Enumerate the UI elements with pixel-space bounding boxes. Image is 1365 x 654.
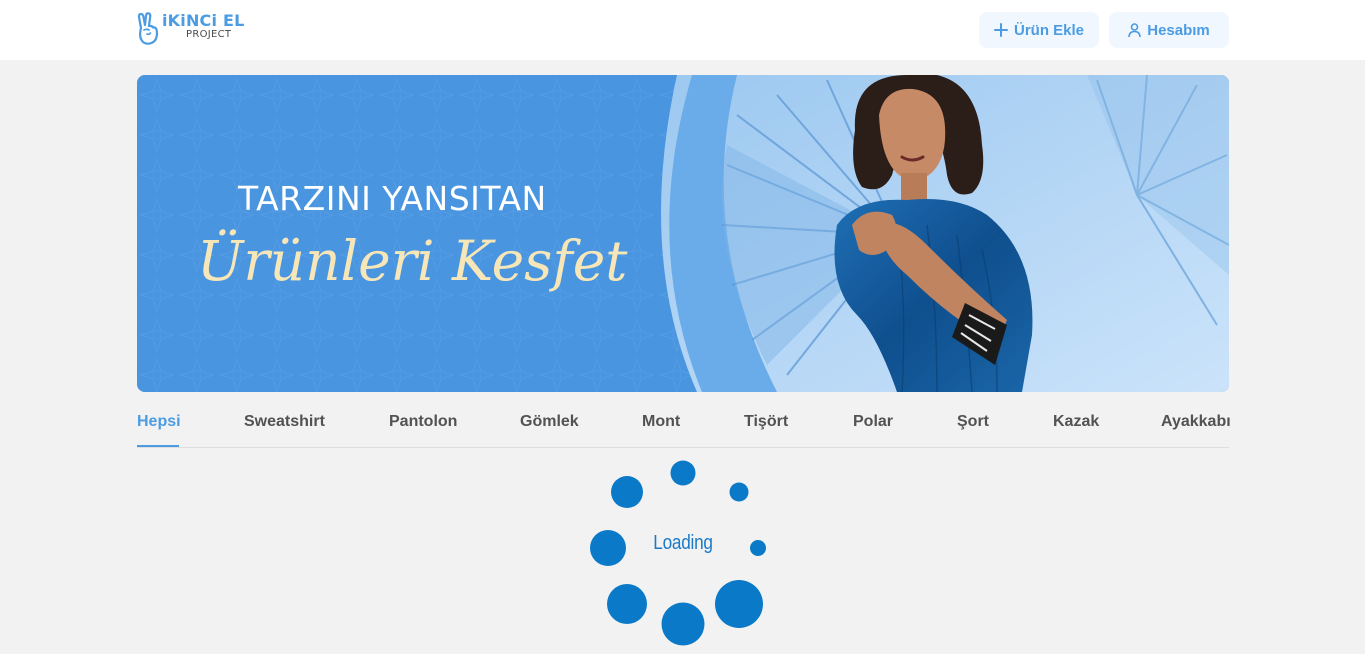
tab-polar[interactable]: Polar <box>853 413 893 431</box>
tab-sort[interactable]: Şort <box>957 413 989 431</box>
user-icon <box>1128 23 1142 37</box>
tab-gomlek[interactable]: Gömlek <box>520 413 579 431</box>
tab-sweatshirt[interactable]: Sweatshirt <box>244 413 325 431</box>
spinner-dot <box>670 460 696 486</box>
add-product-button[interactable]: Ürün Ekle <box>979 12 1099 48</box>
site-logo[interactable]: iKiNCi EL PROJECT <box>136 12 244 46</box>
active-tab-indicator <box>137 445 179 447</box>
top-navbar: iKiNCi EL PROJECT Ürün Ekle Hesabım <box>0 0 1365 60</box>
banner-tagline: Ürünleri Kesfet <box>197 229 628 293</box>
spinner-dot <box>611 476 643 508</box>
spinner-dot <box>661 602 705 646</box>
spinner-dots <box>590 460 766 646</box>
tab-mont[interactable]: Mont <box>642 413 680 431</box>
spinner-dot <box>729 482 749 502</box>
category-tabs: Hepsi Sweatshirt Pantolon Gömlek Mont Ti… <box>137 400 1231 448</box>
spinner-dot <box>607 584 647 624</box>
spinner-dot <box>715 580 763 628</box>
tab-kazak[interactable]: Kazak <box>1053 413 1099 431</box>
logo-title: iKiNCi EL <box>162 11 245 30</box>
tab-hepsi[interactable]: Hepsi <box>137 413 181 431</box>
hero-banner[interactable]: TARZINI YANSITAN Ürünleri Kesfet <box>137 75 1229 392</box>
plus-icon <box>993 23 1008 37</box>
logo-subtitle: PROJECT <box>186 29 232 40</box>
account-button[interactable]: Hesabım <box>1109 12 1229 48</box>
tab-tisort[interactable]: Tişört <box>744 413 788 431</box>
tab-pantolon[interactable]: Pantolon <box>389 413 457 431</box>
spinner-dot <box>750 540 766 556</box>
banner-artwork: TARZINI YANSITAN Ürünleri Kesfet <box>137 75 1229 392</box>
account-label: Hesabım <box>1147 21 1210 39</box>
add-product-label: Ürün Ekle <box>1013 21 1085 39</box>
banner-headline: TARZINI YANSITAN <box>237 179 547 218</box>
peace-hand-icon <box>137 12 159 45</box>
loading-spinner: Loading <box>587 456 777 654</box>
loading-text: Loading <box>653 532 713 554</box>
spinner-dot <box>590 530 626 566</box>
tab-ayakkabi[interactable]: Ayakkabı <box>1161 413 1231 431</box>
